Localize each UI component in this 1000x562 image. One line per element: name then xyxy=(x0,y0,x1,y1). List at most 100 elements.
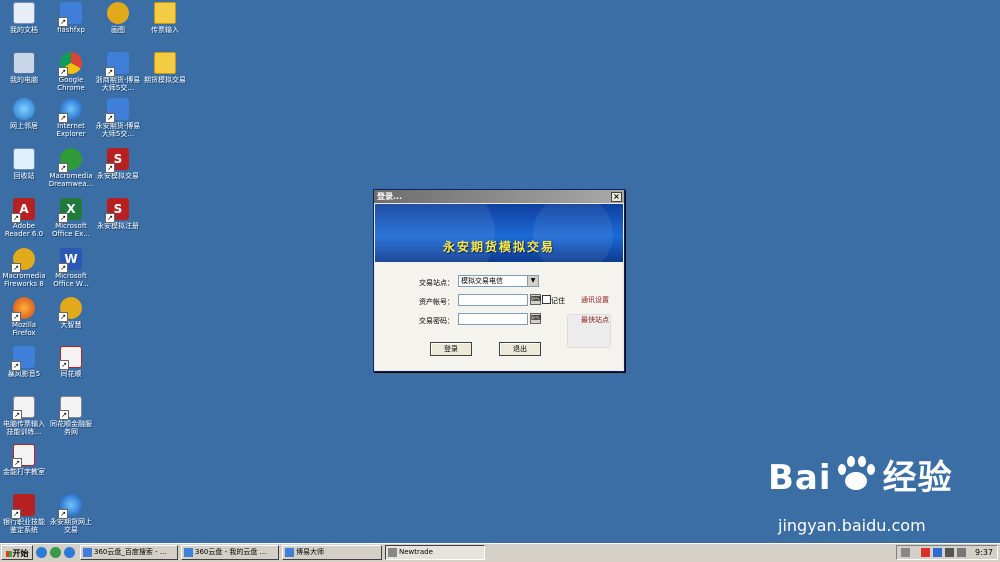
desktop-icon-firefox[interactable]: Mozilla Firefox xyxy=(0,297,48,337)
account-input[interactable] xyxy=(458,294,528,306)
close-button[interactable]: × xyxy=(611,192,622,202)
desktop-icon-paint[interactable]: 画图 xyxy=(94,2,142,34)
desktop-icon-voucher-folder[interactable]: 传票输入 xyxy=(141,2,189,34)
desktop-icon-futures-folder[interactable]: 期货模拟交易 xyxy=(141,52,189,84)
login-button[interactable]: 登录 xyxy=(430,342,472,356)
desktop-icon-my-documents[interactable]: 我的文档 xyxy=(0,2,48,34)
volume-icon[interactable] xyxy=(957,548,966,557)
excel-icon: X xyxy=(58,198,82,223)
taskbar-button-baidu-search[interactable]: 360云盘_百度搜索 - ... xyxy=(80,545,178,560)
account-label: 资产帐号： xyxy=(419,298,454,306)
desktop-icon-label: flashfxp xyxy=(57,26,85,34)
folder-icon xyxy=(154,52,176,74)
dazhihui-icon xyxy=(58,297,82,322)
site-select-value: 模拟交易电信 xyxy=(461,277,503,285)
desktop-icon-dreamweaver[interactable]: Macromedia Dreamwea... xyxy=(47,148,95,188)
firefox-icon xyxy=(11,297,35,322)
desktop-icon-label: 回收站 xyxy=(13,172,35,180)
desktop-icon-label: Macromedia Fireworks 8 xyxy=(2,272,46,288)
desktop-icon-label: 传票输入 xyxy=(151,26,179,34)
login-titlebar[interactable]: 登录... × xyxy=(374,190,624,203)
desktop-icon-label: 暴风影音5 xyxy=(7,370,41,378)
printer-icon[interactable] xyxy=(901,548,910,557)
desktop-icon-adobe-reader[interactable]: A Adobe Reader 6.0 xyxy=(0,198,48,238)
tonghuashun-icon xyxy=(59,346,82,370)
password-input[interactable] xyxy=(458,313,528,325)
keyboard-icon[interactable]: ⌨ xyxy=(530,294,541,305)
desktop-icon-label: Microsoft Office Ex... xyxy=(52,222,90,238)
desktop-icon-tonghuashun[interactable]: 同花顺 xyxy=(47,346,95,378)
taskbar-button-boyi[interactable]: 博易大师 xyxy=(282,545,382,560)
desktop-icon-typing-training[interactable]: 电脑传票输入技能训练... xyxy=(0,396,48,436)
desktop-icon-chrome[interactable]: Google Chrome xyxy=(47,52,95,92)
taskbar-button-newtrade[interactable]: Newtrade xyxy=(385,545,485,560)
flashfxp-icon xyxy=(58,2,82,27)
ie-icon xyxy=(58,98,82,123)
desktop-icon-label: 同花顺金融服务网 xyxy=(50,420,92,436)
desktop-icon-label: 金能打字教室 xyxy=(3,468,45,476)
folder-icon xyxy=(154,2,176,24)
desktop-icon-news[interactable]: 同花顺金融服务网 xyxy=(47,396,95,436)
desktop-icon-baofeng[interactable]: 暴风影音5 xyxy=(0,346,48,378)
chevron-down-icon[interactable]: ▼ xyxy=(527,276,538,286)
desktop-icon-boyi-yongan[interactable]: 永安期货-博易大师5交... xyxy=(94,98,142,138)
typing-training-icon xyxy=(12,396,35,420)
desktop-icon-label: 网上邻居 xyxy=(10,122,38,130)
taskbar-button-label: 360云盘_百度搜索 - ... xyxy=(94,548,167,556)
chrome-icon xyxy=(58,52,82,77)
display-icon[interactable] xyxy=(945,548,954,557)
desktop-icon-label: 银行职业技能鉴定系统 xyxy=(3,518,45,534)
login-form: 交易站点： 模拟交易电信 ▼ 资产帐号： ⌨ 记住 通讯设置 交易密码： ⌨ 最… xyxy=(375,262,623,370)
taskbar-button-label: 360云盘 - 我的云盘 ... xyxy=(195,548,267,556)
password-label: 交易密码： xyxy=(419,317,454,325)
baofeng-icon xyxy=(11,346,35,371)
desktop-icon-flashfxp[interactable]: flashfxp xyxy=(47,2,95,34)
clock[interactable]: 9:37 xyxy=(975,546,993,559)
my-computer-icon xyxy=(13,52,35,74)
start-button[interactable]: 开始 xyxy=(1,545,33,560)
ie-quicklaunch-icon[interactable] xyxy=(36,547,47,558)
remember-checkbox[interactable] xyxy=(542,295,551,304)
desktop-icon-label: 大智慧 xyxy=(60,321,82,329)
yongan-register-icon: S xyxy=(105,198,129,223)
desktop-quicklaunch-icon[interactable] xyxy=(50,547,61,558)
comm-settings-link[interactable]: 通讯设置 xyxy=(581,295,609,305)
exit-button[interactable]: 退出 xyxy=(499,342,541,356)
desktop-icon-online-trade[interactable]: 永安期货网上交易 xyxy=(47,494,95,534)
word-icon: W xyxy=(58,248,82,273)
desktop-icon-boyi-zheshang[interactable]: 浙商期货-博易大师5交... xyxy=(94,52,142,92)
login-window: 登录... × 永安期货模拟交易 交易站点： 模拟交易电信 ▼ 资产帐号： ⌨ … xyxy=(373,189,625,372)
desktop-icon-ie[interactable]: Internet Explorer xyxy=(47,98,95,138)
watermark-brand-suffix: 经验 xyxy=(882,458,953,498)
browser-quicklaunch-icon[interactable] xyxy=(64,547,75,558)
desktop-icon-bank-skill[interactable]: 银行职业技能鉴定系统 xyxy=(0,494,48,534)
fastest-site-link[interactable]: 最快站点 xyxy=(581,315,609,325)
paint-icon xyxy=(107,2,129,24)
site-select[interactable]: 模拟交易电信 ▼ xyxy=(458,275,539,287)
security-icon[interactable] xyxy=(921,548,930,557)
desktop-icon-yongan-register[interactable]: S 永安模拟注册 xyxy=(94,198,142,230)
login-title: 登录... xyxy=(377,192,403,201)
dreamweaver-icon xyxy=(58,148,82,173)
desktop-icon-network[interactable]: 网上邻居 xyxy=(0,98,48,130)
network-icon xyxy=(13,98,35,120)
desktop-icon-fireworks[interactable]: Macromedia Fireworks 8 xyxy=(0,248,48,288)
desktop-icon-typing-class[interactable]: 金能打字教室 xyxy=(0,444,48,476)
start-label: 开始 xyxy=(12,549,29,558)
adobe-reader-icon: A xyxy=(11,198,35,223)
desktop-icon-yongan-trade[interactable]: S 永安模拟交易 xyxy=(94,148,142,180)
network-tray-icon[interactable] xyxy=(933,548,942,557)
desktop-icon-excel[interactable]: X Microsoft Office Ex... xyxy=(47,198,95,238)
taskbar-button-360-cloud[interactable]: 360云盘 - 我的云盘 ... xyxy=(181,545,279,560)
boyi-icon xyxy=(285,548,294,557)
keyboard-icon[interactable]: ⌨ xyxy=(530,313,541,324)
fireworks-icon xyxy=(11,248,35,273)
baidu-watermark: Bai 经验 jingyan.baidu.com xyxy=(768,456,953,535)
desktop-icon-word[interactable]: W Microsoft Office W... xyxy=(47,248,95,288)
desktop-icon-dazhihui[interactable]: 大智慧 xyxy=(47,297,95,329)
desktop-icon-my-computer[interactable]: 我的电脑 xyxy=(0,52,48,84)
desktop-icon-recycle-bin[interactable]: 回收站 xyxy=(0,148,48,180)
desktop-icon-label: 永安模拟交易 xyxy=(97,172,139,180)
desktop-icon-label: 我的电脑 xyxy=(10,76,38,84)
newtrade-icon xyxy=(388,548,397,557)
